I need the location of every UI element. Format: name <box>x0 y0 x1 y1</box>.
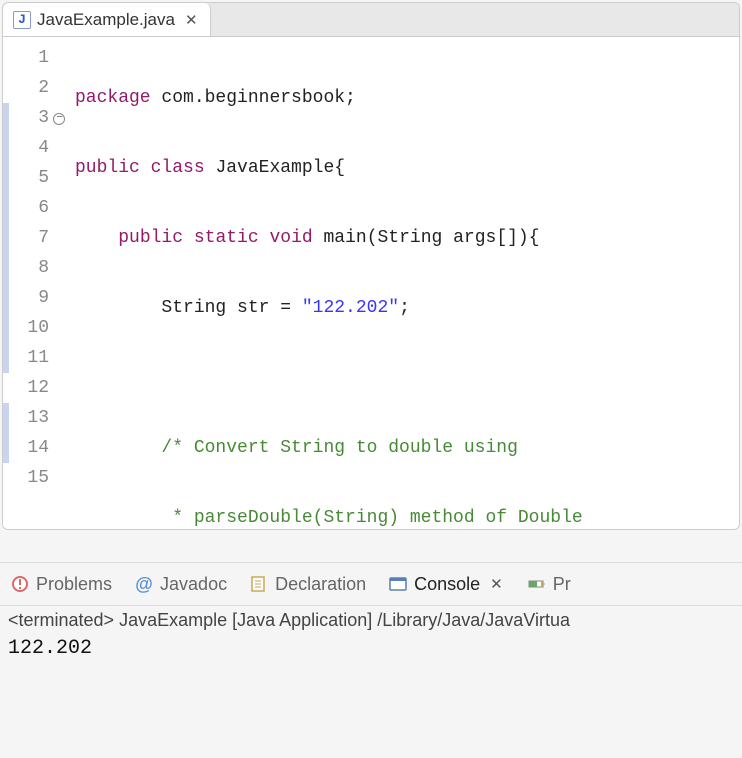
line-number: 8 <box>3 253 63 283</box>
tab-more[interactable]: Pr <box>523 572 575 597</box>
progress-icon <box>527 574 547 594</box>
bottom-view-tabs: Problems @ Javadoc Declaration Console ✕… <box>0 562 742 606</box>
line-number: 6 <box>3 193 63 223</box>
line-number: 15 <box>3 463 63 493</box>
javadoc-icon: @ <box>134 574 154 594</box>
editor-tab-bar: J JavaExample.java ✕ <box>3 3 739 37</box>
line-number: 14 <box>3 433 63 463</box>
line-number-gutter: 1 2 3 4 5 6 7 8 9 10 11 12 13 14 15 <box>3 37 69 529</box>
console-output: 122.202 <box>0 635 742 662</box>
line-number: 9 <box>3 283 63 313</box>
tab-console[interactable]: Console ✕ <box>384 572 509 597</box>
close-icon[interactable]: ✕ <box>181 11 200 29</box>
java-file-icon: J <box>13 11 31 29</box>
line-number: 7 <box>3 223 63 253</box>
line-number: 1 <box>3 43 63 73</box>
line-number: 10 <box>3 313 63 343</box>
code-text[interactable]: package com.beginnersbook; public class … <box>69 37 739 529</box>
tab-problems[interactable]: Problems <box>6 572 116 597</box>
tab-filename: JavaExample.java <box>37 10 175 30</box>
console-icon <box>388 574 408 594</box>
tab-javadoc[interactable]: @ Javadoc <box>130 572 231 597</box>
problems-icon <box>10 574 30 594</box>
declaration-icon <box>249 574 269 594</box>
line-number: 11 <box>3 343 63 373</box>
tab-declaration[interactable]: Declaration <box>245 572 370 597</box>
line-number: 13 <box>3 403 63 433</box>
editor-panel: J JavaExample.java ✕ 1 2 3 4 5 6 7 8 9 1… <box>2 2 740 530</box>
console-status: <terminated> JavaExample [Java Applicati… <box>0 606 742 635</box>
code-area[interactable]: 1 2 3 4 5 6 7 8 9 10 11 12 13 14 15 pack… <box>3 37 739 529</box>
line-number: 5 <box>3 163 63 193</box>
editor-tab[interactable]: J JavaExample.java ✕ <box>3 3 211 36</box>
close-icon[interactable]: ✕ <box>486 575 505 593</box>
line-number: 12 <box>3 373 63 403</box>
line-number: 4 <box>3 133 63 163</box>
line-number[interactable]: 3 <box>3 103 63 133</box>
line-number: 2 <box>3 73 63 103</box>
